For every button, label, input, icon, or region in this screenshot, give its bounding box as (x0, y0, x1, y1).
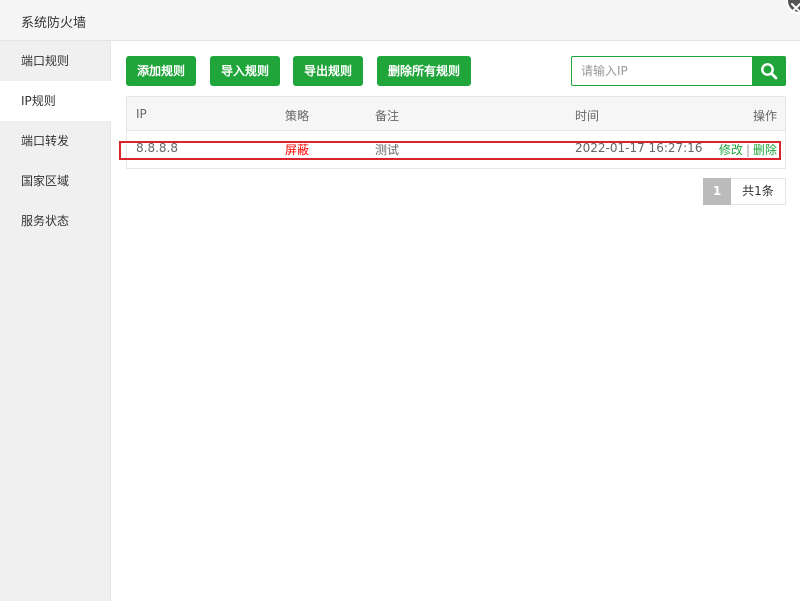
cell-strategy: 屏蔽 (285, 143, 310, 157)
search-input[interactable] (571, 56, 752, 86)
ip-rules-table: IP 策略 备注 时间 操作 8.8.8.8 屏蔽 测试 2022-01-17 … (126, 96, 786, 169)
export-rules-button[interactable]: 导出规则 (293, 56, 363, 86)
table-row: 8.8.8.8 屏蔽 测试 2022-01-17 16:27:16 修改 | 删除 (127, 132, 785, 168)
column-header-actions: 操作 (752, 109, 777, 123)
column-header-time: 时间 (575, 109, 600, 123)
total-count: 共1条 (731, 178, 786, 205)
import-rules-button[interactable]: 导入规则 (210, 56, 280, 86)
sidebar-item-port-rules[interactable]: 端口规则 (0, 41, 110, 81)
window-titlebar: 系统防火墙 (0, 0, 800, 41)
sidebar-item-service-status[interactable]: 服务状态 (0, 201, 110, 241)
sidebar-item-ip-rules[interactable]: IP规则 (0, 81, 111, 121)
cell-ip: 8.8.8.8 (136, 141, 178, 155)
search-box (571, 56, 786, 86)
table-header: IP 策略 备注 时间 操作 (127, 97, 785, 131)
sidebar-item-port-forwarding[interactable]: 端口转发 (0, 121, 110, 161)
cell-actions: 修改 | 删除 (719, 141, 777, 158)
main-content: 添加规则 导入规则 导出规则 删除所有规则 IP 策略 备注 时间 操作 8.8… (111, 41, 800, 601)
sidebar-item-country-region[interactable]: 国家区域 (0, 161, 110, 201)
column-header-ip: IP (136, 107, 147, 121)
edit-link[interactable]: 修改 (719, 143, 743, 157)
delete-link[interactable]: 删除 (753, 143, 777, 157)
search-icon (761, 63, 778, 80)
search-button[interactable] (752, 56, 786, 86)
cell-time: 2022-01-17 16:27:16 (575, 141, 703, 155)
add-rule-button[interactable]: 添加规则 (126, 56, 196, 86)
window-title: 系统防火墙 (21, 16, 87, 31)
close-icon (791, 3, 800, 13)
cell-note: 测试 (375, 143, 400, 157)
delete-all-rules-button[interactable]: 删除所有规则 (377, 56, 471, 86)
action-separator: | (745, 143, 750, 157)
page-number-button[interactable]: 1 (703, 178, 731, 205)
sidebar: 端口规则 IP规则 端口转发 国家区域 服务状态 (0, 41, 111, 601)
column-header-strategy: 策略 (285, 109, 310, 123)
column-header-note: 备注 (375, 109, 400, 123)
close-button[interactable] (786, 0, 800, 14)
